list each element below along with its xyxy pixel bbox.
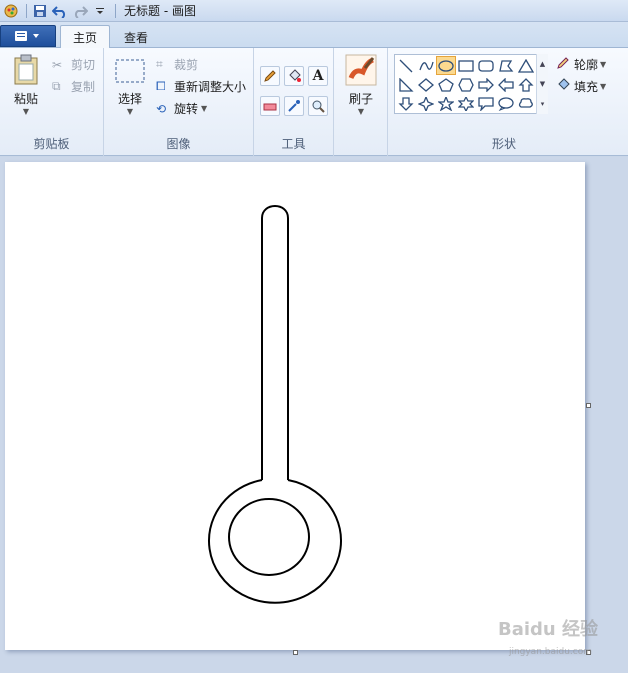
triangle-shape-icon[interactable] bbox=[516, 56, 536, 75]
menu-icon bbox=[15, 31, 39, 41]
select-label: 选择 bbox=[117, 92, 142, 106]
fill-bucket-icon[interactable] bbox=[284, 66, 304, 86]
window-title: 无标题 - 画图 bbox=[124, 4, 196, 18]
left-arrow-shape-icon[interactable] bbox=[496, 75, 516, 94]
rotate-label: 旋转 bbox=[174, 102, 199, 116]
magnifier-icon[interactable] bbox=[308, 96, 328, 116]
shapes-group-label: 形状 bbox=[491, 137, 516, 151]
outline-button[interactable]: 轮廓 ▼ bbox=[556, 56, 606, 73]
polygon-shape-icon[interactable] bbox=[496, 56, 516, 75]
right-triangle-shape-icon[interactable] bbox=[396, 75, 416, 94]
chevron-down-icon: ▼ bbox=[22, 107, 30, 116]
ribbon: 粘贴 ▼ ✂ 剪切 ⧉ 复制 剪贴板 选择 ▼ ⌗ 裁剪 ⧠ 重新调整大小 ⟲ … bbox=[0, 48, 628, 156]
resize-button[interactable]: ⧠ 重新调整大小 bbox=[156, 78, 246, 95]
clipboard-group-label: 剪贴板 bbox=[33, 137, 70, 151]
oval-callout-icon[interactable] bbox=[496, 94, 516, 113]
text-icon[interactable]: A bbox=[308, 66, 328, 86]
image-group: 选择 ▼ ⌗ 裁剪 ⧠ 重新调整大小 ⟲ 旋转 ▼ 图像 bbox=[104, 48, 254, 156]
curve-shape-icon[interactable] bbox=[416, 56, 436, 75]
workspace: Baidu 经验 jingyan.baidu.com bbox=[0, 157, 628, 673]
resize-handle-bottom[interactable] bbox=[293, 650, 298, 655]
brushes-label: 刷子 bbox=[348, 92, 373, 106]
image-group-label: 图像 bbox=[166, 137, 191, 151]
rotate-button[interactable]: ⟲ 旋转 ▼ bbox=[156, 100, 207, 117]
divider bbox=[26, 3, 27, 18]
cut-button[interactable]: ✂ 剪切 bbox=[52, 56, 95, 73]
four-point-star-icon[interactable] bbox=[416, 94, 436, 113]
scissors-icon: ✂ bbox=[52, 57, 63, 72]
expand-gallery-icon[interactable]: ▾ bbox=[541, 100, 545, 108]
chevron-down-icon: ▼ bbox=[600, 82, 607, 91]
paste-label: 粘贴 bbox=[13, 92, 38, 106]
drawn-shape bbox=[208, 205, 342, 604]
paste-button[interactable]: 粘贴 ▼ bbox=[8, 54, 44, 116]
five-point-star-icon[interactable] bbox=[436, 94, 456, 113]
crop-button[interactable]: ⌗ 裁剪 bbox=[156, 56, 198, 73]
divider bbox=[115, 3, 116, 18]
clipboard-icon bbox=[14, 54, 38, 85]
color-picker-icon[interactable] bbox=[284, 96, 304, 116]
title-bar: 无标题 - 画图 bbox=[0, 0, 628, 22]
ribbon-tab-row: 主页 查看 bbox=[0, 22, 628, 49]
shapes-scrollbar[interactable]: ▲ ▼ ▾ bbox=[536, 54, 548, 114]
chevron-down-icon: ▼ bbox=[357, 107, 365, 116]
watermark: Baidu 经验 bbox=[497, 619, 598, 640]
tools-group-label: 工具 bbox=[281, 137, 306, 151]
outline-label: 轮廓 bbox=[574, 58, 599, 72]
hexagon-shape-icon[interactable] bbox=[456, 75, 476, 94]
chevron-down-icon: ▼ bbox=[600, 60, 607, 69]
oval-shape-icon[interactable] bbox=[436, 56, 456, 75]
crop-icon: ⌗ bbox=[156, 57, 163, 71]
resize-label: 重新调整大小 bbox=[174, 80, 247, 94]
down-arrow-shape-icon[interactable] bbox=[396, 94, 416, 113]
cloud-callout-icon[interactable] bbox=[516, 94, 536, 113]
copy-label: 复制 bbox=[71, 80, 96, 94]
select-rectangle-icon bbox=[115, 59, 145, 83]
resize-handle-right[interactable] bbox=[586, 403, 591, 408]
tab-view[interactable]: 查看 bbox=[112, 25, 160, 49]
scroll-up-icon[interactable]: ▲ bbox=[540, 60, 545, 68]
scroll-down-icon[interactable]: ▼ bbox=[540, 80, 545, 88]
pentagon-shape-icon[interactable] bbox=[436, 75, 456, 94]
chevron-down-icon: ▼ bbox=[201, 104, 208, 113]
diamond-shape-icon[interactable] bbox=[416, 75, 436, 94]
save-icon[interactable] bbox=[31, 2, 49, 20]
fill-label: 填充 bbox=[574, 80, 599, 94]
brushes-button[interactable]: 刷子 ▼ bbox=[342, 54, 380, 116]
right-arrow-shape-icon[interactable] bbox=[476, 75, 496, 94]
eraser-icon[interactable] bbox=[260, 96, 280, 116]
paint-app-icon[interactable] bbox=[2, 2, 20, 20]
tab-home[interactable]: 主页 bbox=[60, 25, 111, 49]
drawing-canvas[interactable] bbox=[5, 162, 585, 650]
select-button[interactable]: 选择 ▼ bbox=[112, 58, 148, 116]
watermark-url: jingyan.baidu.com bbox=[508, 647, 592, 657]
up-arrow-shape-icon[interactable] bbox=[516, 75, 536, 94]
customize-dropdown-icon[interactable] bbox=[91, 2, 109, 20]
brush-icon bbox=[345, 54, 377, 86]
copy-button[interactable]: ⧉ 复制 bbox=[52, 78, 95, 95]
pencil-icon[interactable] bbox=[260, 66, 280, 86]
resize-icon: ⧠ bbox=[156, 79, 166, 93]
rotate-icon: ⟲ bbox=[156, 101, 167, 116]
tools-group: A 工具 bbox=[254, 48, 334, 156]
rect-callout-icon[interactable] bbox=[476, 94, 496, 113]
quick-access-toolbar bbox=[0, 0, 120, 22]
rectangle-shape-icon[interactable] bbox=[456, 56, 476, 75]
six-point-star-icon[interactable] bbox=[456, 94, 476, 113]
app-menu-button[interactable] bbox=[0, 25, 56, 47]
undo-icon[interactable] bbox=[51, 2, 69, 20]
rounded-rectangle-shape-icon[interactable] bbox=[476, 56, 496, 75]
fill-button[interactable]: 填充 ▼ bbox=[556, 78, 606, 95]
chevron-down-icon: ▼ bbox=[126, 107, 134, 116]
copy-icon: ⧉ bbox=[52, 79, 61, 93]
shapes-gallery bbox=[394, 54, 546, 114]
brushes-group: 刷子 ▼ bbox=[334, 48, 388, 156]
crop-label: 裁剪 bbox=[174, 58, 199, 72]
redo-icon[interactable] bbox=[71, 2, 89, 20]
outline-pencil-icon bbox=[556, 56, 574, 73]
cut-label: 剪切 bbox=[71, 58, 96, 72]
fill-bucket-icon bbox=[556, 78, 574, 95]
line-shape-icon[interactable] bbox=[396, 56, 416, 75]
clipboard-group: 粘贴 ▼ ✂ 剪切 ⧉ 复制 剪贴板 bbox=[0, 48, 104, 156]
